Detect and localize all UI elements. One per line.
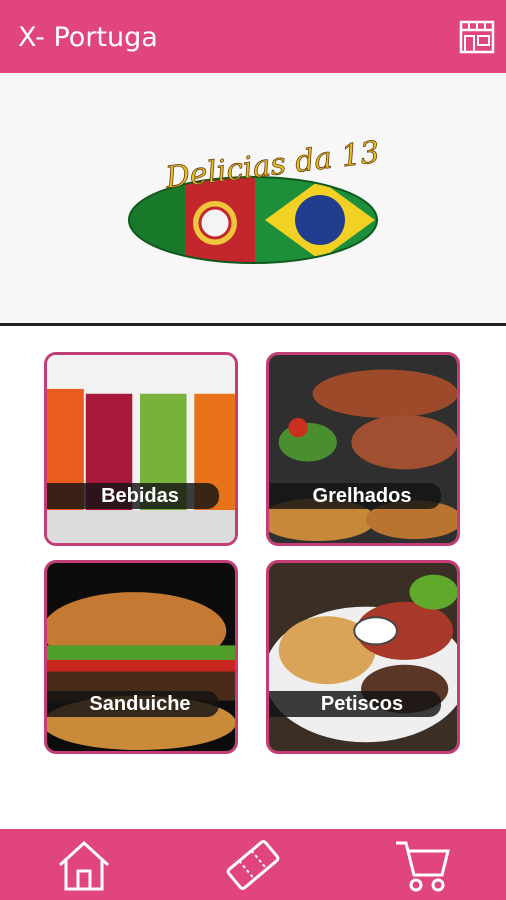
grelhados-photo [269,355,457,543]
category-caption: Sanduiche [47,691,219,717]
app-title: X- Portuga [18,22,158,53]
restaurant-banner: Delicias da 13 [0,73,506,326]
category-caption: Bebidas [47,483,219,509]
bebidas-photo [47,355,235,543]
store-icon [459,20,495,54]
category-label: Bebidas [101,485,179,507]
bottom-nav-bar [0,829,506,900]
nav-cart-button[interactable] [392,835,452,895]
restaurant-logo: Delicias da 13 [128,134,382,264]
cart-icon [396,841,450,892]
category-petiscos[interactable]: Petiscos [266,560,460,754]
sanduiche-photo [47,563,235,751]
category-grelhados[interactable]: Grelhados [266,352,460,546]
category-caption: Petiscos [269,691,441,717]
category-grid: Bebidas Grelhados Sanduiche Petiscos [0,326,506,826]
nav-ticket-button[interactable] [223,835,283,895]
store-button[interactable] [458,18,496,56]
category-label: Sanduiche [89,693,191,715]
category-bebidas[interactable]: Bebidas [44,352,238,546]
nav-home-button[interactable] [54,835,114,895]
home-icon [58,840,110,891]
ticket-icon [226,840,280,890]
petiscos-photo [269,563,457,751]
category-label: Grelhados [312,485,412,507]
category-caption: Grelhados [269,483,441,509]
category-label: Petiscos [320,693,404,715]
category-sanduiche[interactable]: Sanduiche [44,560,238,754]
top-app-bar: X- Portuga [0,0,506,73]
